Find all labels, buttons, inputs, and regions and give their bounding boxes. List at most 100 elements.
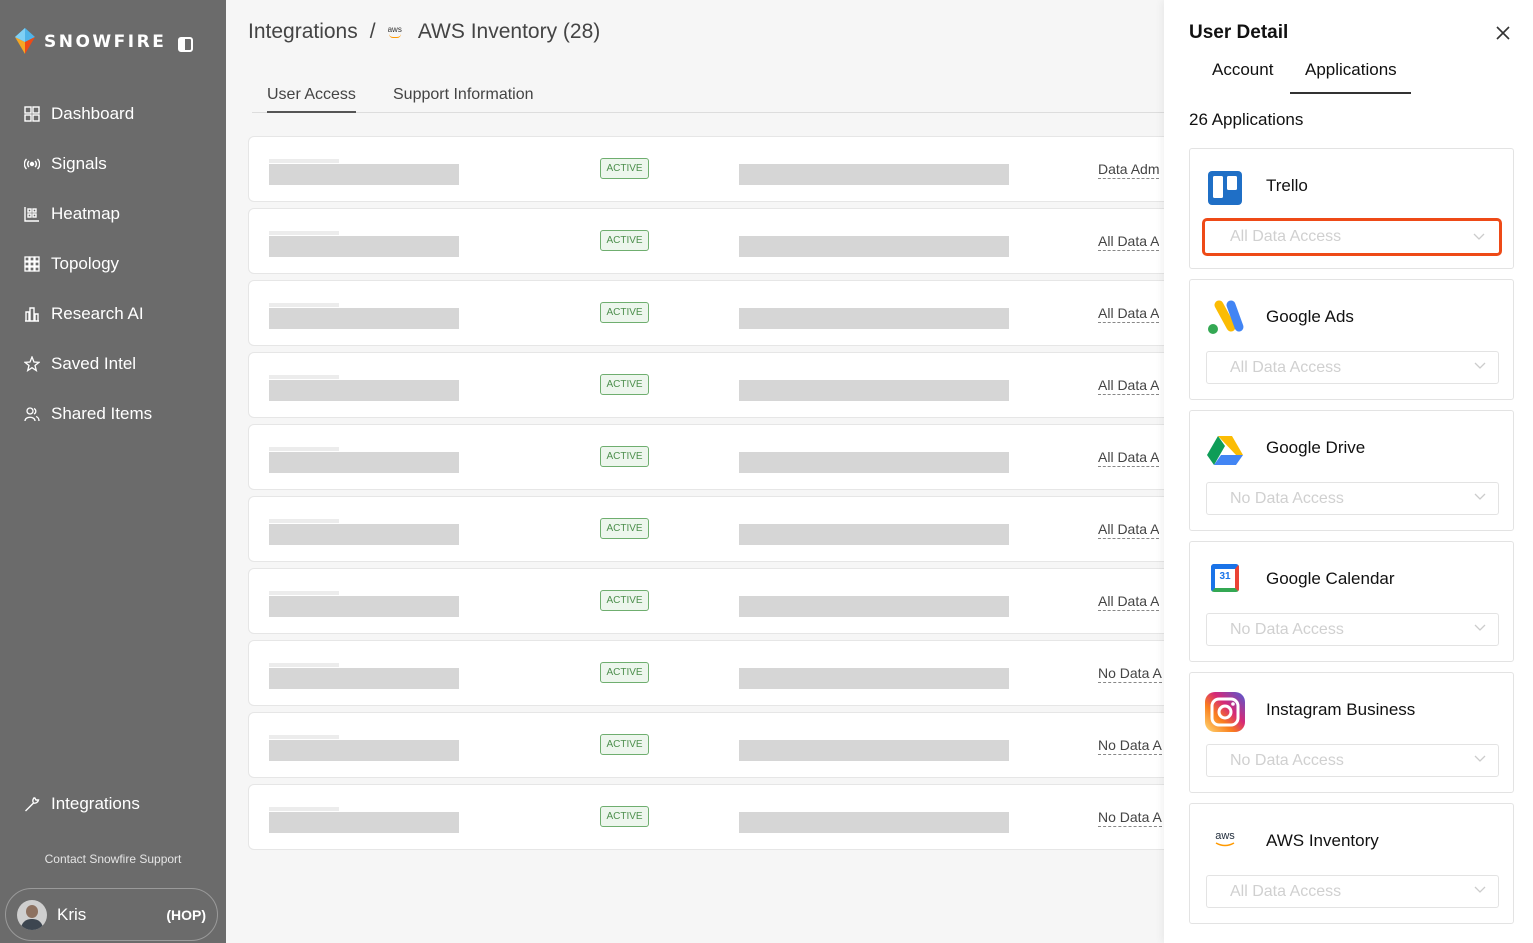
access-level[interactable]: All Data A (1098, 305, 1160, 323)
access-select-trello[interactable]: All Data Access (1202, 218, 1502, 256)
chevron-down-icon (1474, 362, 1486, 369)
sidebar-item-shared-items[interactable]: Shared Items (24, 404, 152, 424)
redacted-name (269, 308, 459, 329)
table-row[interactable]: ACTIVE All Data A (248, 496, 1178, 562)
redacted-name (269, 236, 459, 257)
app-card-aws-inventory: aws AWS Inventory All Data Access (1189, 803, 1514, 924)
status-badge: ACTIVE (600, 806, 649, 827)
app-card-google-ads: Google Ads All Data Access (1189, 279, 1514, 400)
sidebar-collapse-icon[interactable] (178, 37, 193, 52)
sidebar-item-research-ai[interactable]: Research AI (24, 304, 144, 324)
access-level[interactable]: No Data A (1098, 665, 1162, 683)
google-calendar-icon: 31 (1211, 564, 1239, 592)
status-badge: ACTIVE (600, 518, 649, 539)
app-card-google-drive: Google Drive No Data Access (1189, 410, 1514, 531)
redacted-email (739, 668, 1009, 689)
table-row[interactable]: ACTIVE No Data A (248, 712, 1178, 778)
page-title: AWS Inventory (28) (417, 20, 601, 43)
access-select-aws-inventory[interactable]: All Data Access (1206, 875, 1499, 908)
access-select-google-drive[interactable]: No Data Access (1206, 482, 1499, 515)
chevron-down-icon (1474, 886, 1486, 893)
instagram-icon (1205, 692, 1245, 732)
access-level[interactable]: No Data A (1098, 809, 1162, 827)
redacted-email (739, 164, 1009, 185)
contact-support-link[interactable]: Contact Snowfire Support (0, 852, 226, 866)
table-row[interactable]: ACTIVE All Data A (248, 424, 1178, 490)
sidebar-item-label: Integrations (51, 794, 140, 813)
app-name: AWS Inventory (1266, 831, 1379, 850)
sidebar-item-heatmap[interactable]: Heatmap (24, 204, 120, 224)
user-name: Kris (57, 904, 87, 924)
chevron-down-icon (1474, 755, 1486, 762)
user-detail-panel: User Detail Account Applications 26 Appl… (1164, 0, 1533, 943)
access-level[interactable]: No Data A (1098, 737, 1162, 755)
app-name: Instagram Business (1266, 700, 1416, 719)
applications-count: 26 Applications (1189, 110, 1304, 129)
access-select-value: All Data Access (1230, 228, 1342, 245)
sidebar-item-label: Saved Intel (51, 354, 137, 373)
access-select-google-ads[interactable]: All Data Access (1206, 351, 1499, 384)
breadcrumb-integrations[interactable]: Integrations (248, 20, 358, 44)
chevron-down-icon (1474, 624, 1486, 631)
sidebar-item-dashboard[interactable]: Dashboard (24, 104, 134, 124)
user-menu[interactable]: Kris (HOP) (5, 888, 218, 941)
users-icon (24, 407, 40, 422)
tab-account[interactable]: Account (1212, 60, 1273, 80)
table-row[interactable]: ACTIVE All Data A (248, 208, 1178, 274)
app-name: Google Calendar (1266, 569, 1395, 588)
access-level[interactable]: All Data A (1098, 233, 1160, 251)
access-level[interactable]: All Data A (1098, 449, 1160, 467)
sidebar-item-saved-intel[interactable]: Saved Intel (24, 354, 136, 374)
status-badge: ACTIVE (600, 374, 649, 395)
wrench-icon (25, 796, 40, 812)
access-level[interactable]: All Data A (1098, 377, 1160, 395)
access-select-instagram-business[interactable]: No Data Access (1206, 744, 1499, 777)
redacted-name (269, 596, 459, 617)
access-select-value: No Data Access (1230, 752, 1344, 769)
access-select-value: No Data Access (1230, 490, 1344, 507)
table-row[interactable]: ACTIVE No Data A (248, 640, 1178, 706)
table-row[interactable]: ACTIVE All Data A (248, 352, 1178, 418)
sidebar-item-topology[interactable]: Topology (24, 254, 119, 274)
sidebar-item-signals[interactable]: Signals (24, 154, 107, 174)
brand[interactable]: SNOWFIRE (14, 28, 166, 56)
research-icon (25, 307, 39, 322)
redacted-name (269, 164, 459, 185)
brand-name: SNOWFIRE (44, 32, 167, 52)
access-select-value: All Data Access (1230, 883, 1342, 900)
app-card-google-calendar: 31 Google Calendar No Data Access (1189, 541, 1514, 662)
sidebar-item-integrations[interactable]: Integrations (24, 794, 140, 814)
sidebar-item-label: Signals (51, 154, 107, 173)
tab-support-information[interactable]: Support Information (393, 86, 534, 104)
panel-title: User Detail (1189, 22, 1289, 43)
table-row[interactable]: ACTIVE All Data A (248, 568, 1178, 634)
tab-applications[interactable]: Applications (1290, 60, 1411, 94)
redacted-email (739, 236, 1009, 257)
app-name: Google Ads (1266, 307, 1354, 326)
redacted-email (739, 380, 1009, 401)
tab-user-access[interactable]: User Access (267, 86, 356, 113)
aws-icon: aws (387, 24, 402, 38)
access-level[interactable]: Data Adm (1098, 161, 1160, 179)
access-select-google-calendar[interactable]: No Data Access (1206, 613, 1499, 646)
sidebar-item-label: Research AI (51, 304, 144, 323)
google-ads-icon (1208, 300, 1244, 334)
table-row[interactable]: ACTIVE No Data A (248, 784, 1178, 850)
access-level[interactable]: All Data A (1098, 593, 1160, 611)
topology-icon (24, 256, 40, 272)
calendar-day: 31 (1219, 571, 1231, 582)
table-row[interactable]: ACTIVE All Data A (248, 280, 1178, 346)
main-content: Integrations / aws AWS Inventory (28) Us… (226, 0, 1178, 943)
access-level[interactable]: All Data A (1098, 521, 1160, 539)
sidebar-item-label: Topology (51, 254, 120, 273)
redacted-name (269, 740, 459, 761)
snowfire-logo-icon (15, 28, 35, 54)
user-role: (HOP) (166, 906, 206, 923)
close-icon[interactable] (1495, 25, 1511, 41)
redacted-email (739, 812, 1009, 833)
signal-icon (24, 158, 40, 170)
access-select-value: No Data Access (1230, 621, 1344, 638)
app-name: Trello (1266, 176, 1308, 195)
table-row[interactable]: ACTIVE Data Adm (248, 136, 1178, 202)
sidebar-item-label: Shared Items (51, 404, 153, 423)
